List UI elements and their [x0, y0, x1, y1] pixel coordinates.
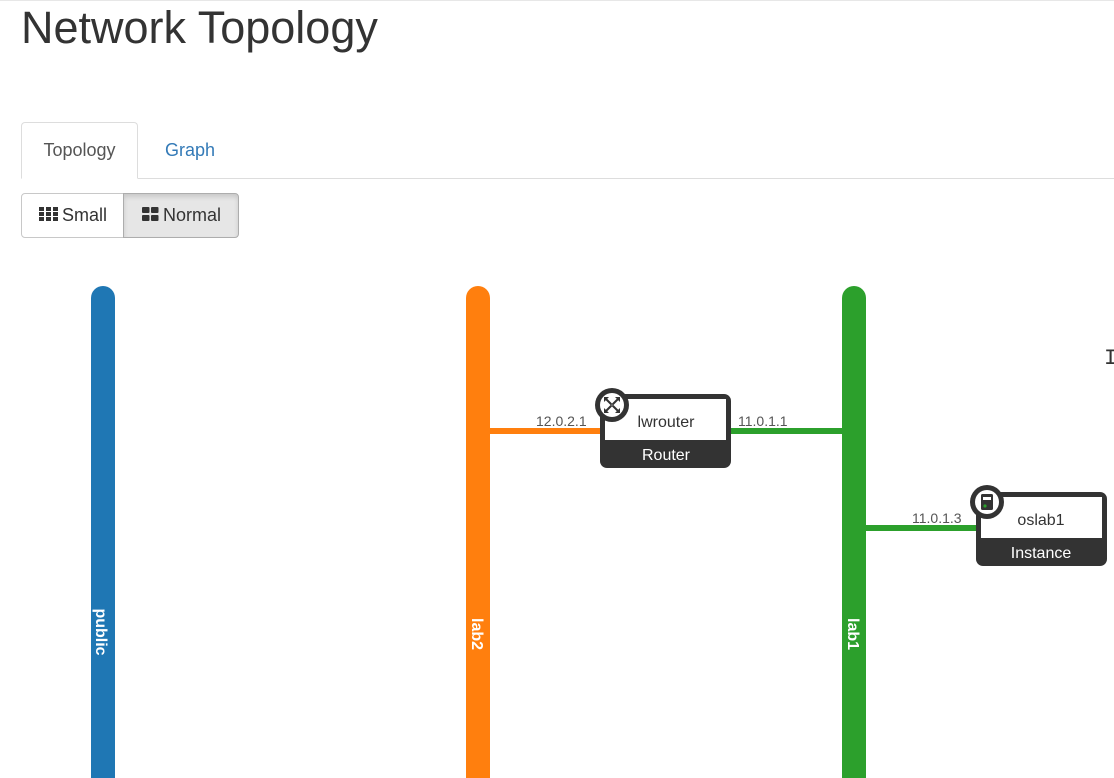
router-node[interactable]: lwrouter Router	[595, 388, 731, 468]
network-label-lab1: lab1	[844, 618, 861, 650]
network-bar-lab2[interactable]	[466, 286, 490, 778]
network-lab2[interactable]: lab2	[466, 286, 490, 778]
network-lab1[interactable]: lab1	[842, 286, 866, 778]
network-label-public: public	[92, 608, 109, 655]
topology-canvas: public lab2 lab1 12.0.2.1 11.0.1.1 11.0.…	[91, 286, 1107, 778]
text-cursor-icon: I	[1104, 346, 1114, 371]
router-arrows-icon	[595, 388, 629, 422]
ip-label-instance-lab1: 11.0.1.3	[912, 510, 962, 526]
network-public[interactable]: public	[91, 286, 115, 778]
instance-node[interactable]: oslab1 Instance	[970, 485, 1107, 566]
ip-label-router-lab1: 11.0.1.1	[738, 413, 788, 429]
instance-type-label: Instance	[1011, 545, 1072, 562]
router-type-label: Router	[642, 447, 691, 464]
network-label-lab2: lab2	[468, 618, 485, 650]
ip-label-router-lab2: 12.0.2.1	[536, 413, 587, 429]
server-icon	[970, 485, 1004, 519]
network-bar-lab1[interactable]	[842, 286, 866, 778]
network-bar-public[interactable]	[91, 286, 115, 778]
router-name: lwrouter	[638, 414, 696, 431]
instance-name: oslab1	[1017, 512, 1064, 529]
